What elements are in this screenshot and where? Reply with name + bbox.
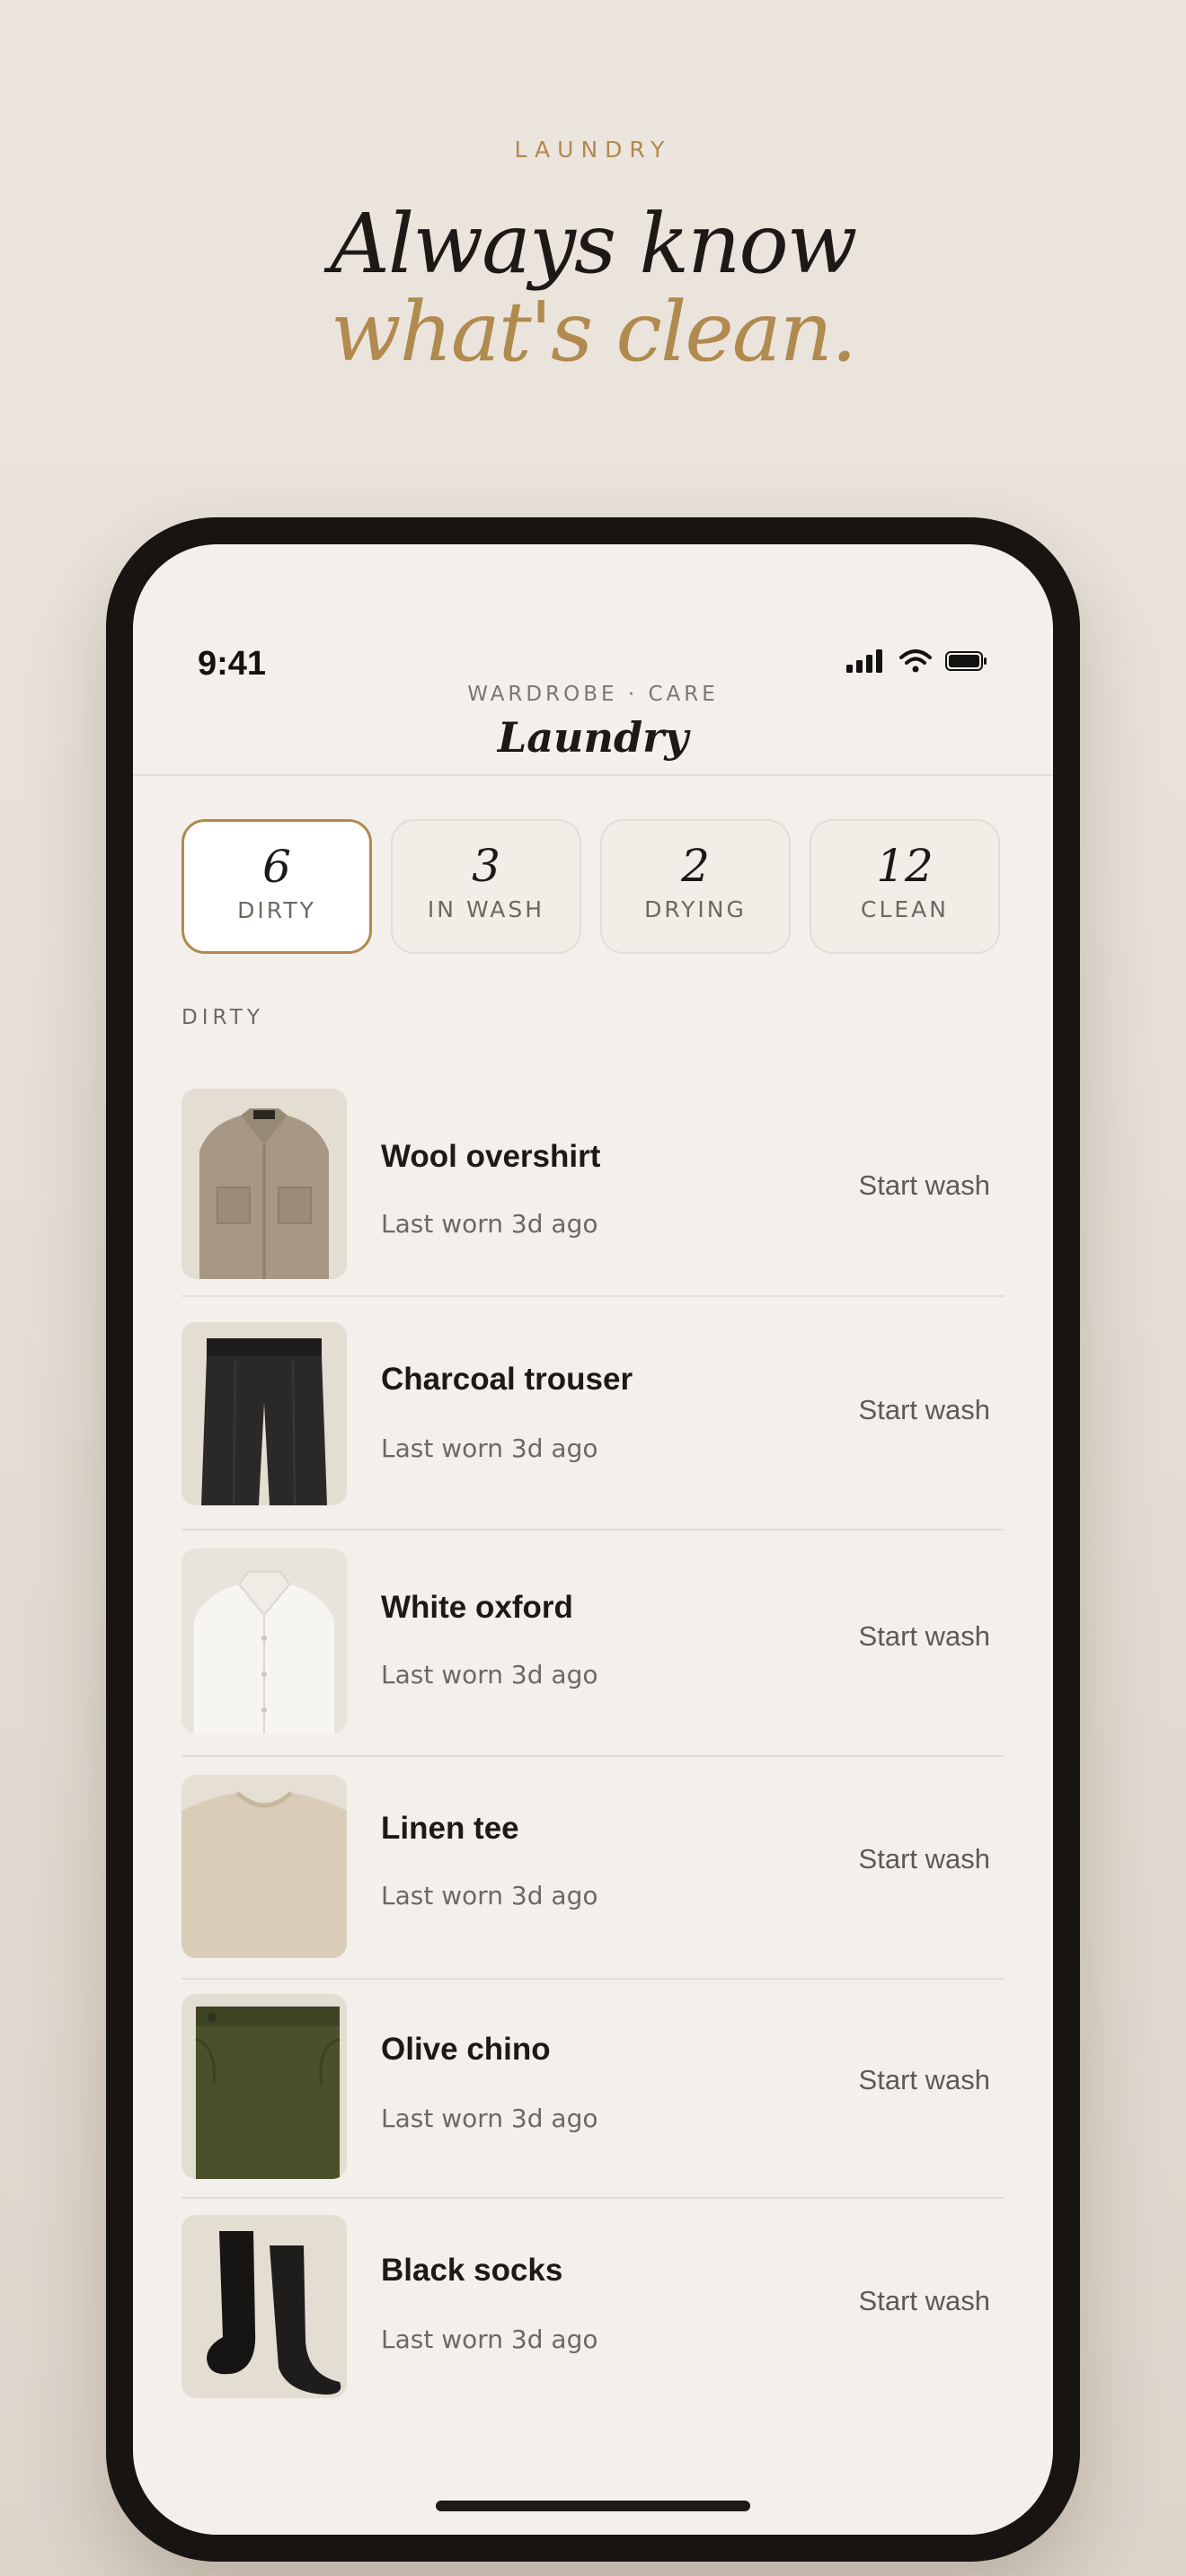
item-last-worn: Last worn 3d ago <box>381 2104 598 2133</box>
status-icons <box>846 648 988 674</box>
laundry-item-row: Charcoal trouser Last worn 3d ago Start … <box>181 1322 1005 1531</box>
section-label: DIRTY <box>181 1006 264 1029</box>
page-title: Laundry <box>497 713 689 762</box>
start-wash-button[interactable]: Start wash <box>859 1843 990 1875</box>
start-wash-button[interactable]: Start wash <box>859 1169 990 1202</box>
item-name: Black socks <box>381 2253 563 2288</box>
row-divider <box>181 1529 1005 1531</box>
item-last-worn: Last worn 3d ago <box>381 1660 598 1689</box>
row-divider <box>181 1755 1005 1757</box>
filter-drying[interactable]: 2 DRYING <box>600 819 791 954</box>
wool-overshirt-thumbnail <box>181 1089 347 1279</box>
charcoal-trouser-thumbnail <box>181 1322 347 1505</box>
start-wash-button[interactable]: Start wash <box>859 2064 990 2096</box>
app-screen: 9:41 WARDROBE · CARE Laundry 6 DIRTY 3 I… <box>133 544 1053 2535</box>
item-name: Linen tee <box>381 1811 519 1846</box>
stat-count: 3 <box>472 840 500 892</box>
laundry-item-row: Wool overshirt Last worn 3d ago Start wa… <box>181 1089 1005 1297</box>
item-name: Olive chino <box>381 2032 551 2067</box>
filter-clean[interactable]: 12 CLEAN <box>810 819 1000 954</box>
item-last-worn: Last worn 3d ago <box>381 2325 598 2354</box>
item-name: White oxford <box>381 1590 573 1625</box>
row-divider <box>181 2197 1005 2199</box>
row-divider <box>181 1295 1005 1297</box>
laundry-item-row: Black socks Last worn 3d ago Start wash <box>181 2215 1005 2404</box>
olive-chino-thumbnail <box>181 1994 347 2179</box>
laundry-item-row: Linen tee Last worn 3d ago Start wash <box>181 1775 1005 1981</box>
battery-icon <box>945 651 987 671</box>
hero-eyebrow: LAUNDRY <box>514 137 672 163</box>
stat-label: IN WASH <box>427 896 545 922</box>
signal-icon <box>846 649 882 673</box>
item-last-worn: Last worn 3d ago <box>381 1434 598 1463</box>
item-name: Wool overshirt <box>381 1139 601 1174</box>
linen-tee-thumbnail <box>181 1775 347 1958</box>
filter-dirty[interactable]: 6 DIRTY <box>181 819 372 954</box>
phone-frame: 9:41 WARDROBE · CARE Laundry 6 DIRTY 3 I… <box>106 517 1080 2562</box>
stat-label: DRYING <box>644 896 747 922</box>
wifi-icon <box>899 649 932 673</box>
hero-headline-accent: what's clean. <box>330 284 857 380</box>
item-last-worn: Last worn 3d ago <box>381 1881 598 1910</box>
item-name: Charcoal trouser <box>381 1362 633 1397</box>
status-time: 9:41 <box>198 645 267 683</box>
laundry-item-row: White oxford Last worn 3d ago Start wash <box>181 1548 1005 1757</box>
white-oxford-thumbnail <box>181 1548 347 1734</box>
nav-divider <box>133 774 1053 776</box>
black-socks-thumbnail <box>181 2215 347 2398</box>
stat-count: 12 <box>876 840 934 892</box>
start-wash-button[interactable]: Start wash <box>859 1394 990 1426</box>
stat-count: 2 <box>681 840 710 892</box>
filter-in-wash[interactable]: 3 IN WASH <box>391 819 581 954</box>
item-last-worn: Last worn 3d ago <box>381 1209 598 1239</box>
laundry-item-row: Olive chino Last worn 3d ago Start wash <box>181 1994 1005 2201</box>
stat-label: CLEAN <box>861 896 949 922</box>
row-divider <box>181 1978 1005 1980</box>
stat-label: DIRTY <box>237 897 316 923</box>
nav-eyebrow: WARDROBE · CARE <box>467 683 719 706</box>
start-wash-button[interactable]: Start wash <box>859 1620 990 1653</box>
start-wash-button[interactable]: Start wash <box>859 2285 990 2317</box>
home-indicator[interactable] <box>436 2501 750 2511</box>
stat-count: 6 <box>262 841 291 893</box>
hero-headline: Always know <box>330 196 857 292</box>
